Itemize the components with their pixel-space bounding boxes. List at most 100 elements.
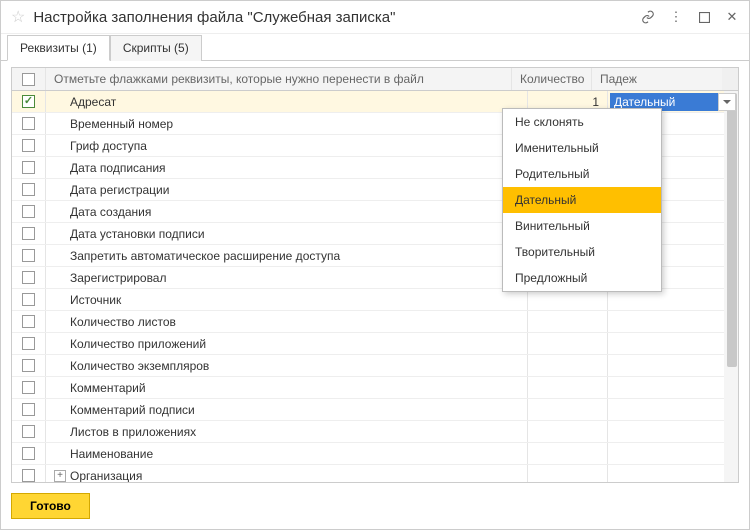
ready-button[interactable]: Готово xyxy=(11,493,90,519)
table-row[interactable]: Листов в приложениях xyxy=(12,421,738,443)
row-check-cell xyxy=(12,289,46,310)
row-checkbox[interactable] xyxy=(22,161,35,174)
more-icon[interactable]: ⋮ xyxy=(669,10,683,24)
table-row[interactable]: Количество экземпляров xyxy=(12,355,738,377)
row-checkbox[interactable] xyxy=(22,447,35,460)
table-row[interactable]: +Организация xyxy=(12,465,738,482)
row-check-cell xyxy=(12,377,46,398)
row-case-cell xyxy=(608,289,738,310)
tab-requisites[interactable]: Реквизиты (1) xyxy=(7,35,110,61)
row-checkbox[interactable] xyxy=(22,95,35,108)
row-name: Запретить автоматическое расширение дост… xyxy=(70,249,340,263)
row-check-cell xyxy=(12,421,46,442)
row-checkbox[interactable] xyxy=(22,271,35,284)
dropdown-item[interactable]: Винительный xyxy=(503,213,661,239)
row-qty-cell xyxy=(528,355,608,376)
row-name-cell: Количество экземпляров xyxy=(46,355,528,376)
row-name: Количество листов xyxy=(70,315,176,329)
row-check-cell xyxy=(12,157,46,178)
header-case[interactable]: Падеж xyxy=(592,68,722,90)
row-name-cell: Дата регистрации xyxy=(46,179,528,200)
close-icon[interactable]: ✕ xyxy=(725,10,739,24)
header-checkbox[interactable] xyxy=(22,73,35,86)
row-name: Дата подписания xyxy=(70,161,166,175)
row-name: Количество экземпляров xyxy=(70,359,209,373)
row-name-cell: Зарегистрировал xyxy=(46,267,528,288)
dropdown-item[interactable]: Дательный xyxy=(503,187,661,213)
row-check-cell xyxy=(12,135,46,156)
tab-scripts[interactable]: Скрипты (5) xyxy=(110,35,202,61)
maximize-icon[interactable] xyxy=(697,10,711,24)
row-checkbox[interactable] xyxy=(22,469,35,482)
table-row[interactable]: Наименование xyxy=(12,443,738,465)
row-name: Наименование xyxy=(70,447,153,461)
row-name: Комментарий xyxy=(70,381,146,395)
window-title: Настройка заполнения файла "Служебная за… xyxy=(33,9,641,26)
row-qty-cell xyxy=(528,465,608,482)
row-check-cell xyxy=(12,179,46,200)
row-name-cell: Гриф доступа xyxy=(46,135,528,156)
row-checkbox[interactable] xyxy=(22,139,35,152)
row-name-cell: Листов в приложениях xyxy=(46,421,528,442)
row-checkbox[interactable] xyxy=(22,293,35,306)
row-checkbox[interactable] xyxy=(22,359,35,372)
row-name-cell: Адресат xyxy=(46,91,528,112)
row-check-cell xyxy=(12,355,46,376)
row-checkbox[interactable] xyxy=(22,315,35,328)
row-name: Источник xyxy=(70,293,121,307)
row-check-cell xyxy=(12,201,46,222)
dropdown-item[interactable]: Родительный xyxy=(503,161,661,187)
header-name[interactable]: Отметьте флажками реквизиты, которые нуж… xyxy=(46,68,512,90)
table-row[interactable]: Количество листов xyxy=(12,311,738,333)
favorite-star-icon[interactable]: ☆ xyxy=(11,7,25,27)
row-check-cell xyxy=(12,399,46,420)
row-name-cell: Источник xyxy=(46,289,528,310)
row-qty-cell xyxy=(528,377,608,398)
row-name: Дата создания xyxy=(70,205,151,219)
row-case-cell xyxy=(608,333,738,354)
row-check-cell xyxy=(12,267,46,288)
row-checkbox[interactable] xyxy=(22,425,35,438)
table-row[interactable]: Источник xyxy=(12,289,738,311)
row-name: Дата установки подписи xyxy=(70,227,205,241)
case-dropdown-button[interactable] xyxy=(718,93,736,111)
row-checkbox[interactable] xyxy=(22,337,35,350)
dropdown-item[interactable]: Творительный xyxy=(503,239,661,265)
row-check-cell xyxy=(12,113,46,134)
row-checkbox[interactable] xyxy=(22,403,35,416)
row-case-cell xyxy=(608,465,738,482)
row-name-cell: Комментарий подписи xyxy=(46,399,528,420)
row-checkbox[interactable] xyxy=(22,227,35,240)
tabs: Реквизиты (1) Скрипты (5) xyxy=(1,34,749,61)
row-case-cell xyxy=(608,443,738,464)
row-name-cell: Запретить автоматическое расширение дост… xyxy=(46,245,528,266)
row-name: Листов в приложениях xyxy=(70,425,196,439)
row-checkbox[interactable] xyxy=(22,183,35,196)
row-case-cell xyxy=(608,399,738,420)
row-qty-cell xyxy=(528,289,608,310)
link-icon[interactable] xyxy=(641,10,655,24)
row-name: Зарегистрировал xyxy=(70,271,167,285)
dropdown-item[interactable]: Именительный xyxy=(503,135,661,161)
row-name: Гриф доступа xyxy=(70,139,147,153)
row-check-cell xyxy=(12,311,46,332)
table-row[interactable]: Комментарий xyxy=(12,377,738,399)
expand-icon[interactable]: + xyxy=(54,470,66,482)
row-case-cell xyxy=(608,355,738,376)
row-checkbox[interactable] xyxy=(22,249,35,262)
window-controls: ⋮ ✕ xyxy=(641,10,739,24)
row-name: Комментарий подписи xyxy=(70,403,195,417)
table-row[interactable]: Комментарий подписи xyxy=(12,399,738,421)
row-checkbox[interactable] xyxy=(22,117,35,130)
footer: Готово xyxy=(1,483,749,529)
titlebar: ☆ Настройка заполнения файла "Служебная … xyxy=(1,1,749,34)
dropdown-item[interactable]: Предложный xyxy=(503,265,661,291)
dropdown-item[interactable]: Не склонять xyxy=(503,109,661,135)
row-check-cell xyxy=(12,223,46,244)
header-qty[interactable]: Количество xyxy=(512,68,592,90)
row-name: Адресат xyxy=(70,95,116,109)
table-row[interactable]: Количество приложений xyxy=(12,333,738,355)
row-checkbox[interactable] xyxy=(22,205,35,218)
row-name-cell: Комментарий xyxy=(46,377,528,398)
row-checkbox[interactable] xyxy=(22,381,35,394)
